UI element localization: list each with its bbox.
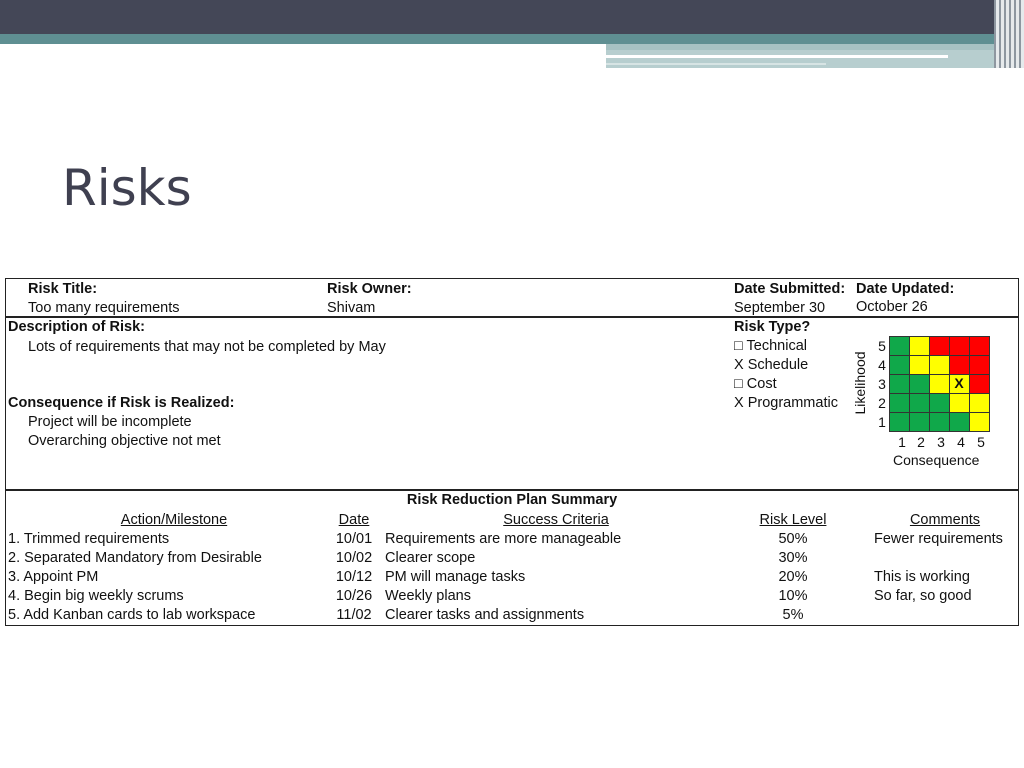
- row-risk-level: 5%: [782, 607, 804, 623]
- date-submitted-value: September 30: [734, 300, 826, 316]
- row-date: 10/01: [335, 531, 373, 547]
- risk-matrix-grid: X: [889, 336, 990, 432]
- row-date: 11/02: [336, 607, 372, 623]
- risk-type-programmatic: X Programmatic: [734, 395, 838, 411]
- risk-owner-label: Risk Owner:: [327, 281, 412, 297]
- row-date: 10/12: [335, 569, 373, 585]
- risk-matrix-cell: [889, 412, 910, 432]
- risk-owner-value: Shivam: [327, 300, 376, 316]
- consequence-tick: 5: [977, 434, 985, 450]
- header-band-lower-line: [606, 55, 948, 58]
- header-band-lower: [606, 50, 1024, 68]
- risk-matrix-cell: [909, 355, 930, 375]
- risk-matrix-cell: [969, 412, 990, 432]
- description-label: Description of Risk:: [8, 319, 145, 335]
- likelihood-tick: 1: [878, 414, 886, 430]
- row-action: 5. Add Kanban cards to lab workspace: [8, 607, 256, 623]
- risk-matrix-cell: [909, 393, 930, 413]
- risk-type-schedule: X Schedule: [734, 357, 809, 373]
- likelihood-tick: 2: [878, 395, 886, 411]
- risk-matrix-cell: [889, 355, 910, 375]
- row-action: 4. Begin big weekly scrums: [8, 588, 184, 604]
- risk-matrix-cell: [929, 412, 950, 432]
- risk-matrix-cell: [929, 393, 950, 413]
- consequence-tick: 2: [917, 434, 925, 450]
- date-submitted-label: Date Submitted:: [734, 281, 846, 297]
- row-comments: This is working: [874, 569, 970, 585]
- slide-title: Risks: [62, 159, 192, 217]
- risk-matrix-cell: [909, 412, 930, 432]
- date-updated-value: October 26: [856, 299, 928, 315]
- risk-type-technical: □ Technical: [734, 338, 807, 354]
- likelihood-tick: 4: [878, 357, 886, 373]
- risk-matrix-cell: [929, 336, 950, 356]
- risk-matrix-cell: [969, 355, 990, 375]
- risk-type-cost: □ Cost: [734, 376, 777, 392]
- header-band-teal: [0, 34, 1024, 44]
- risk-matrix-cell: [949, 393, 970, 413]
- consequence-axis-label: Consequence: [893, 452, 980, 468]
- row-action: 2. Separated Mandatory from Desirable: [8, 550, 262, 566]
- likelihood-label: Likelihood: [852, 351, 868, 415]
- risk-matrix-cell: [949, 355, 970, 375]
- risk-matrix-cell: [929, 355, 950, 375]
- risk-type-label: Risk Type?: [734, 319, 811, 335]
- row-criteria: PM will manage tasks: [385, 569, 526, 585]
- row-criteria: Clearer scope: [385, 550, 476, 566]
- header-level: Risk Level: [759, 512, 827, 528]
- consequence-tick: 4: [957, 434, 965, 450]
- risk-matrix-cell: [889, 336, 910, 356]
- header-comments: Comments: [909, 512, 981, 528]
- risk-title-value: Too many requirements: [28, 300, 180, 316]
- date-updated-label: Date Updated:: [856, 281, 955, 297]
- risk-matrix-cell: [909, 336, 930, 356]
- risk-matrix-cell: [889, 374, 910, 394]
- row-risk-level: 50%: [778, 531, 808, 547]
- risk-matrix-cell: [929, 374, 950, 394]
- risk-matrix-cell: [889, 393, 910, 413]
- consequence-tick: 3: [937, 434, 945, 450]
- form-divider-2: [5, 489, 1019, 491]
- header-band-dark: [0, 0, 1024, 34]
- row-action: 3. Appoint PM: [8, 569, 99, 585]
- header-band-white-notch: [0, 44, 606, 50]
- row-comments: So far, so good: [874, 588, 972, 604]
- row-criteria: Weekly plans: [385, 588, 471, 604]
- likelihood-tick: 3: [878, 376, 886, 392]
- plan-title: Risk Reduction Plan Summary: [406, 492, 618, 508]
- header-date: Date: [338, 512, 370, 528]
- row-comments: Fewer requirements: [874, 531, 1003, 547]
- row-risk-level: 10%: [778, 588, 808, 604]
- row-risk-level: 20%: [778, 569, 808, 585]
- consequence-line: Project will be incomplete: [28, 414, 192, 430]
- risk-matrix-cell: [969, 374, 990, 394]
- risk-matrix-cell: [969, 393, 990, 413]
- risk-matrix-cell: [969, 336, 990, 356]
- description-text: Lots of requirements that may not be com…: [28, 339, 386, 355]
- consequence-tick: 1: [898, 434, 906, 450]
- likelihood-tick: 5: [878, 338, 886, 354]
- risk-matrix-cell: [949, 336, 970, 356]
- risk-matrix-cell: [949, 412, 970, 432]
- consequence-label: Consequence if Risk is Realized:: [8, 395, 235, 411]
- likelihood-axis-label: Likelihood: [852, 348, 870, 418]
- risk-title-label: Risk Title:: [28, 281, 98, 297]
- row-action: 1. Trimmed requirements: [8, 531, 170, 547]
- header-right-stripes: [994, 0, 1024, 68]
- row-criteria: Requirements are more manageable: [385, 531, 622, 547]
- row-date: 10/02: [335, 550, 373, 566]
- risk-matrix-cell: [909, 374, 930, 394]
- row-criteria: Clearer tasks and assignments: [385, 607, 585, 623]
- header-action: Action/Milestone: [120, 512, 228, 528]
- header-criteria: Success Criteria: [503, 512, 609, 528]
- risk-marker: X: [954, 375, 964, 391]
- row-risk-level: 30%: [778, 550, 808, 566]
- row-date: 10/26: [335, 588, 373, 604]
- consequence-line: Overarching objective not met: [28, 433, 221, 449]
- header-band-lower-line2: [606, 63, 826, 65]
